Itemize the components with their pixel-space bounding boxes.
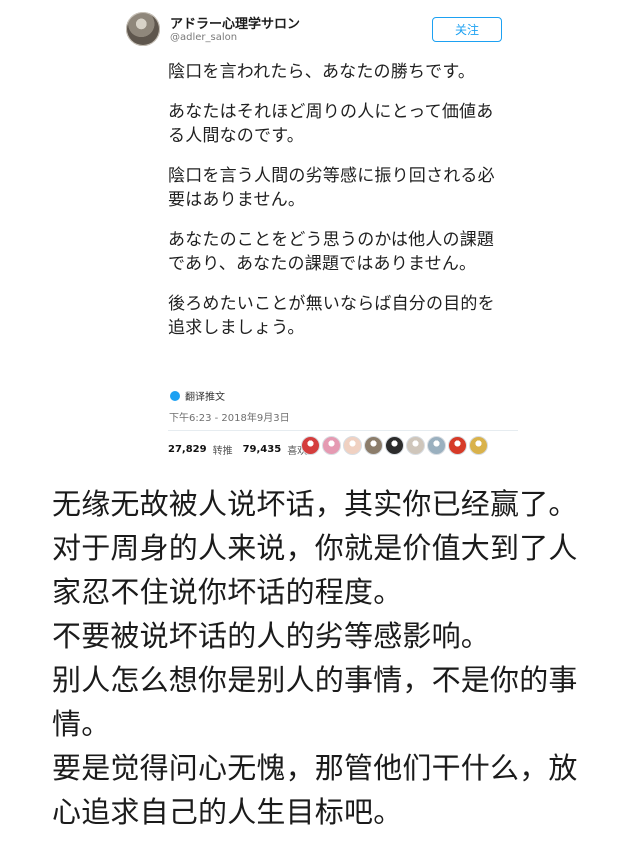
retweets-count[interactable]: 27,829 bbox=[168, 444, 207, 455]
caption-line: 不要被说坏话的人的劣等感影响。 bbox=[52, 619, 491, 653]
liker-avatar-icon[interactable] bbox=[301, 436, 320, 455]
tweet-stats: 27,829 转推 79,435 喜欢 bbox=[168, 442, 307, 457]
liker-avatar-icon[interactable] bbox=[469, 436, 488, 455]
tweet-text: 陰口を言われたら、あなたの勝ちです。 あなたはそれほど周りの人にとって価値ある人… bbox=[168, 60, 498, 356]
profile-avatar[interactable] bbox=[126, 12, 160, 46]
likes-count[interactable]: 79,435 bbox=[243, 444, 282, 455]
liker-avatars bbox=[301, 436, 488, 455]
caption-line: 要是觉得问心无愧，那管他们干什么，放 bbox=[52, 751, 578, 785]
globe-icon bbox=[170, 390, 180, 401]
tweet-paragraph: 陰口を言われたら、あなたの勝ちです。 bbox=[168, 62, 476, 82]
caption-line: 情。 bbox=[52, 707, 111, 741]
user-handle[interactable]: @adler_salon bbox=[170, 32, 237, 43]
follow-button[interactable]: 关注 bbox=[432, 17, 502, 42]
liker-avatar-icon[interactable] bbox=[427, 436, 446, 455]
tweet-header: アドラー心理学サロン @adler_salon 关注 bbox=[118, 0, 522, 56]
tweet-timestamp[interactable]: 下午6:23 - 2018年9月3日 bbox=[169, 409, 290, 424]
tweet-paragraph: 後ろめたいことが無いならば自分の目的を追求しましょう。 bbox=[168, 294, 495, 338]
caption-block: 无缘无故被人说坏话，其实你已经赢了。 对于周身的人来说，你就是价值大到了人 家忍… bbox=[52, 482, 612, 834]
caption-line: 别人怎么想你是别人的事情，不是你的事 bbox=[52, 663, 578, 697]
tweet-card: アドラー心理学サロン @adler_salon 关注 陰口を言われたら、あなたの… bbox=[118, 0, 522, 470]
tweet-paragraph: あなたのことをどう思うのかは他人の課題であり、あなたの課題ではありません。 bbox=[168, 230, 495, 274]
caption-line: 心追求自己的人生目标吧。 bbox=[52, 795, 403, 829]
translate-tweet-link[interactable]: 翻译推文 bbox=[170, 388, 225, 403]
caption-line: 对于周身的人来说，你就是价值大到了人 bbox=[52, 531, 578, 565]
display-name[interactable]: アドラー心理学サロン bbox=[170, 13, 300, 32]
liker-avatar-icon[interactable] bbox=[343, 436, 362, 455]
tweet-paragraph: 陰口を言う人間の劣等感に振り回される必要はありません。 bbox=[168, 166, 495, 210]
liker-avatar-icon[interactable] bbox=[322, 436, 341, 455]
caption-line: 无缘无故被人说坏话，其实你已经赢了。 bbox=[52, 487, 578, 521]
liker-avatar-icon[interactable] bbox=[385, 436, 404, 455]
tweet-paragraph: あなたはそれほど周りの人にとって価値ある人間なのです。 bbox=[168, 102, 494, 146]
liker-avatar-icon[interactable] bbox=[406, 436, 425, 455]
translate-label: 翻译推文 bbox=[185, 392, 225, 403]
divider bbox=[168, 430, 518, 431]
liker-avatar-icon[interactable] bbox=[448, 436, 467, 455]
liker-avatar-icon[interactable] bbox=[364, 436, 383, 455]
caption-line: 家忍不住说你坏话的程度。 bbox=[52, 575, 403, 609]
retweets-label[interactable]: 转推 bbox=[213, 442, 233, 457]
